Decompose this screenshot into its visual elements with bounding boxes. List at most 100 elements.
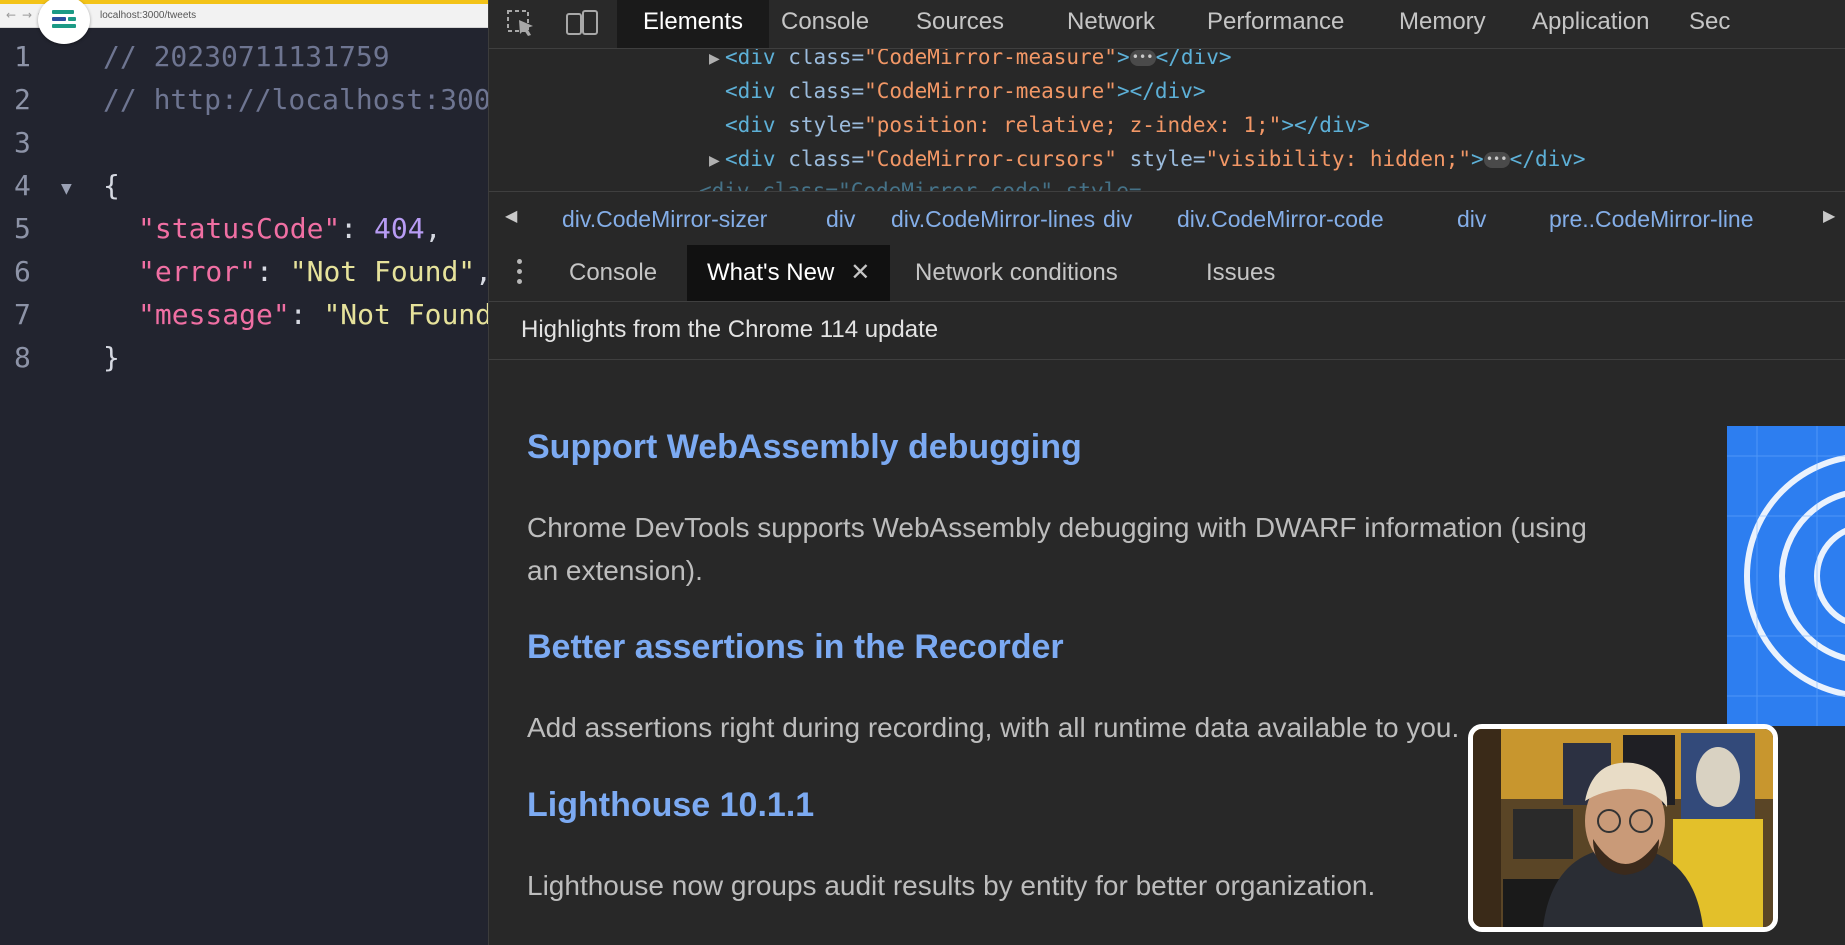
- code-comment: // 20230711131759: [103, 40, 390, 73]
- tab-console[interactable]: Console: [781, 0, 869, 48]
- code-line: "message": "Not Found": [138, 298, 488, 331]
- json-number-value: 404: [374, 212, 425, 245]
- json-punctuation: ,: [475, 255, 488, 288]
- breadcrumb-item[interactable]: div.CodeMirror-code: [1177, 206, 1384, 233]
- tag-open: <div: [725, 49, 789, 69]
- drawer-tab-console[interactable]: Console: [569, 245, 657, 301]
- line-number: 6: [14, 255, 31, 288]
- feature-title-recorder[interactable]: Better assertions in the Recorder: [527, 628, 1064, 667]
- json-viewer-extension-icon[interactable]: [38, 0, 90, 44]
- collapsed-content-icon[interactable]: •••: [1483, 152, 1510, 168]
- tag-close: </div>: [1155, 49, 1232, 69]
- breadcrumb: ◀ div.CodeMirror-sizer div div.CodeMirror-…: [489, 191, 1845, 246]
- device-toolbar-icon[interactable]: [565, 8, 599, 38]
- feature-description: Lighthouse now groups audit results by e…: [527, 870, 1376, 901]
- collapse-toggle-icon[interactable]: ▼: [61, 181, 72, 197]
- tag-open: <div: [725, 113, 789, 137]
- code-line: "error": "Not Found",: [138, 255, 488, 288]
- forward-icon[interactable]: →: [22, 7, 32, 23]
- breadcrumb-item[interactable]: div.CodeMirror-sizer: [562, 206, 767, 233]
- json-punctuation: :: [340, 212, 375, 245]
- json-key: "message": [138, 298, 290, 331]
- dom-node[interactable]: <div class="CodeMirror-measure"></div>: [725, 79, 1205, 103]
- attribute-value[interactable]: "CodeMirror-cursors": [864, 147, 1117, 171]
- breadcrumb-item[interactable]: div: [826, 206, 855, 233]
- drawer-tab-issues[interactable]: Issues: [1206, 245, 1275, 301]
- tab-elements[interactable]: Elements: [617, 0, 770, 48]
- line-number: 5: [14, 212, 31, 245]
- json-punctuation: :: [256, 255, 290, 288]
- json-key: "error": [138, 255, 257, 288]
- line-number: 8: [14, 341, 31, 374]
- attribute-name[interactable]: style: [1130, 147, 1193, 171]
- attribute-name[interactable]: style: [788, 113, 851, 137]
- feature-description: Chrome DevTools supports WebAssembly deb…: [527, 512, 1587, 586]
- drawer-tab-bar: Console What's New ✕ Network conditions I…: [489, 245, 1845, 302]
- back-icon[interactable]: ←: [6, 7, 16, 23]
- presenter-video-image: [1473, 729, 1773, 927]
- drawer-tab-network-conditions[interactable]: Network conditions: [915, 245, 1118, 301]
- code-line: }: [103, 341, 120, 374]
- tab-sec[interactable]: Sec: [1689, 0, 1730, 48]
- expand-node-icon[interactable]: ▶: [709, 51, 720, 67]
- breadcrumb-item[interactable]: pre..CodeMirror-line: [1549, 206, 1754, 233]
- tab-performance[interactable]: Performance: [1207, 0, 1344, 48]
- json-punctuation: }: [103, 341, 120, 374]
- tab-network[interactable]: Network: [1067, 0, 1155, 48]
- tab-sources[interactable]: Sources: [916, 0, 1004, 48]
- code-line: // 20230711131759: [103, 40, 390, 73]
- attribute-name[interactable]: class: [788, 147, 851, 171]
- tag-close: </div>: [1509, 147, 1586, 171]
- tab-memory[interactable]: Memory: [1399, 0, 1486, 48]
- dom-node[interactable]: <div class="CodeMirror-measure"> ••• </div…: [725, 49, 1231, 69]
- inspect-element-icon[interactable]: [505, 8, 539, 38]
- line-number: 7: [14, 298, 31, 331]
- whats-new-header-text: Highlights from the Chrome 114 update: [521, 316, 939, 343]
- tag-open: <div: [725, 79, 789, 103]
- expand-node-icon[interactable]: ▶: [709, 153, 720, 169]
- drawer-tab-whats-new[interactable]: What's New ✕: [687, 245, 891, 301]
- feature-title-webassembly[interactable]: Support WebAssembly debugging: [527, 428, 1082, 467]
- breadcrumb-scroll-right-icon[interactable]: ▶: [1823, 206, 1835, 225]
- dom-node[interactable]: <div class="CodeMirror-cursors" style="v…: [725, 147, 1586, 171]
- json-string-value: "Not Found": [323, 298, 488, 331]
- tag-open: <div: [725, 147, 789, 171]
- feature-description: Add assertions right during recording, w…: [527, 712, 1460, 743]
- tab-application[interactable]: Application: [1532, 0, 1649, 48]
- devtools-tab-bar: Elements Console Sources Network Performance…: [489, 0, 1845, 49]
- line-number: 2: [14, 83, 31, 116]
- feature-title-lighthouse[interactable]: Lighthouse 10.1.1: [527, 786, 814, 825]
- elements-dom-tree: ▶ <div class="CodeMirror-measure"> ••• </di…: [489, 49, 1845, 191]
- tag-close: </div>: [1293, 113, 1370, 137]
- json-punctuation: ,: [424, 212, 442, 245]
- code-line: "statusCode": 404,: [138, 212, 441, 245]
- attribute-value[interactable]: "CodeMirror-measure": [864, 79, 1117, 103]
- whats-new-header: Highlights from the Chrome 114 update: [489, 302, 1845, 360]
- line-number: 4: [14, 169, 31, 202]
- json-string-value: "Not Found": [289, 255, 476, 288]
- attribute-value[interactable]: "CodeMirror-measure": [864, 49, 1117, 69]
- whats-new-banner-image[interactable]: [1727, 426, 1845, 726]
- breadcrumb-item[interactable]: div.CodeMirror-lines: [891, 206, 1095, 233]
- close-tab-icon[interactable]: ✕: [850, 259, 870, 286]
- drawer-tab-label: What's New: [707, 259, 835, 286]
- attribute-value[interactable]: "position: relative; z-index: 1;": [864, 113, 1281, 137]
- webcam-overlay: [1468, 724, 1778, 932]
- more-tools-menu-icon[interactable]: [517, 259, 523, 289]
- collapsed-content-icon[interactable]: •••: [1129, 50, 1156, 66]
- breadcrumb-item[interactable]: div: [1103, 206, 1132, 233]
- json-key: "statusCode": [138, 212, 341, 245]
- code-line: {: [103, 169, 120, 202]
- json-punctuation: {: [103, 169, 120, 202]
- code-comment: // http://localhost:3000/tweets: [103, 83, 488, 116]
- dom-node[interactable]: <div style="position: relative; z-index:…: [725, 113, 1370, 137]
- attribute-value[interactable]: "visibility: hidden;": [1206, 147, 1472, 171]
- breadcrumb-item[interactable]: div: [1457, 206, 1486, 233]
- code-line: // http://localhost:3000/tweets: [103, 83, 488, 116]
- url-text[interactable]: localhost:3000/tweets: [100, 10, 196, 21]
- dom-node-partial[interactable]: <div class="CodeMirror-code" style=: [699, 179, 1142, 191]
- attribute-name[interactable]: class: [788, 79, 851, 103]
- attribute-name[interactable]: class: [788, 49, 851, 69]
- breadcrumb-scroll-left-icon[interactable]: ◀: [505, 206, 517, 225]
- tag-close: </div>: [1129, 79, 1206, 103]
